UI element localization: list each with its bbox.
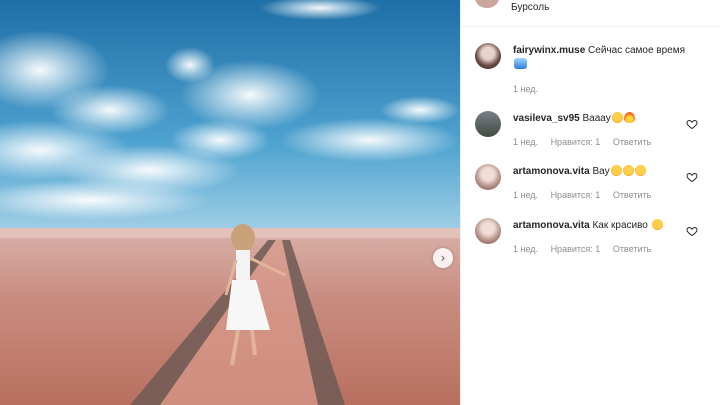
likes-count[interactable]: Нравится: 1 bbox=[551, 137, 601, 147]
avatar[interactable] bbox=[475, 43, 501, 69]
heart-eyes-emoji-icon bbox=[622, 165, 634, 176]
comment-text: vasileva_sv95 Вааау bbox=[513, 112, 693, 126]
photo-image bbox=[0, 0, 460, 405]
comment-meta: 1 нед. Нравится: 1 Ответить bbox=[513, 137, 661, 147]
wave-emoji-icon bbox=[514, 58, 527, 69]
heart-eyes-emoji-icon bbox=[610, 165, 622, 176]
heart-icon[interactable] bbox=[686, 225, 698, 237]
chevron-right-icon: › bbox=[440, 251, 446, 265]
timestamp[interactable]: 1 нед. bbox=[513, 84, 538, 94]
avatar[interactable] bbox=[475, 218, 501, 244]
reply-button[interactable]: Ответить bbox=[613, 190, 651, 200]
comment-username[interactable]: vasileva_sv95 bbox=[513, 113, 580, 124]
caption-username[interactable]: fairywinx.muse bbox=[513, 45, 585, 56]
avatar[interactable] bbox=[475, 164, 501, 190]
comment-body: Вааау bbox=[582, 113, 611, 124]
likes-count[interactable]: Нравится: 1 bbox=[551, 244, 601, 254]
comment-text: artamonova.vita Вау bbox=[513, 165, 693, 179]
caption-meta: 1 нед. bbox=[513, 84, 548, 94]
comment-meta: 1 нед. Нравится: 1 Ответить bbox=[513, 244, 661, 254]
comment-username[interactable]: artamonova.vita bbox=[513, 166, 590, 177]
heart-eyes-emoji-icon bbox=[611, 112, 623, 123]
avatar[interactable] bbox=[475, 111, 501, 137]
heart-eyes-emoji-icon bbox=[634, 165, 646, 176]
caption-body: Сейчас самое время bbox=[588, 45, 686, 56]
heart-eyes-emoji-icon bbox=[651, 219, 663, 230]
post-header: Бурсоль bbox=[461, 0, 720, 27]
location-link[interactable]: Бурсоль bbox=[511, 2, 549, 13]
post-photo[interactable]: › bbox=[0, 0, 460, 405]
author-avatar[interactable] bbox=[475, 0, 499, 8]
heart-icon[interactable] bbox=[686, 118, 698, 130]
timestamp[interactable]: 1 нед. bbox=[513, 244, 538, 254]
timestamp[interactable]: 1 нед. bbox=[513, 137, 538, 147]
heart-icon[interactable] bbox=[686, 171, 698, 183]
comment-meta: 1 нед. Нравится: 1 Ответить bbox=[513, 190, 661, 200]
next-photo-button[interactable]: › bbox=[433, 248, 453, 268]
reply-button[interactable]: Ответить bbox=[613, 137, 651, 147]
caption-text: fairywinx.muse Сейчас самое время bbox=[513, 44, 693, 72]
reply-button[interactable]: Ответить bbox=[613, 244, 651, 254]
comment-text: artamonova.vita Как красиво bbox=[513, 219, 693, 233]
comments-panel: Бурсоль fairywinx.muse Сейчас самое врем… bbox=[460, 0, 720, 405]
timestamp[interactable]: 1 нед. bbox=[513, 190, 538, 200]
comment-username[interactable]: artamonova.vita bbox=[513, 220, 590, 231]
fire-emoji-icon bbox=[623, 112, 635, 123]
comment-body: Как красиво bbox=[592, 220, 648, 231]
likes-count[interactable]: Нравится: 1 bbox=[551, 190, 601, 200]
comment-body: Вау bbox=[592, 166, 610, 177]
